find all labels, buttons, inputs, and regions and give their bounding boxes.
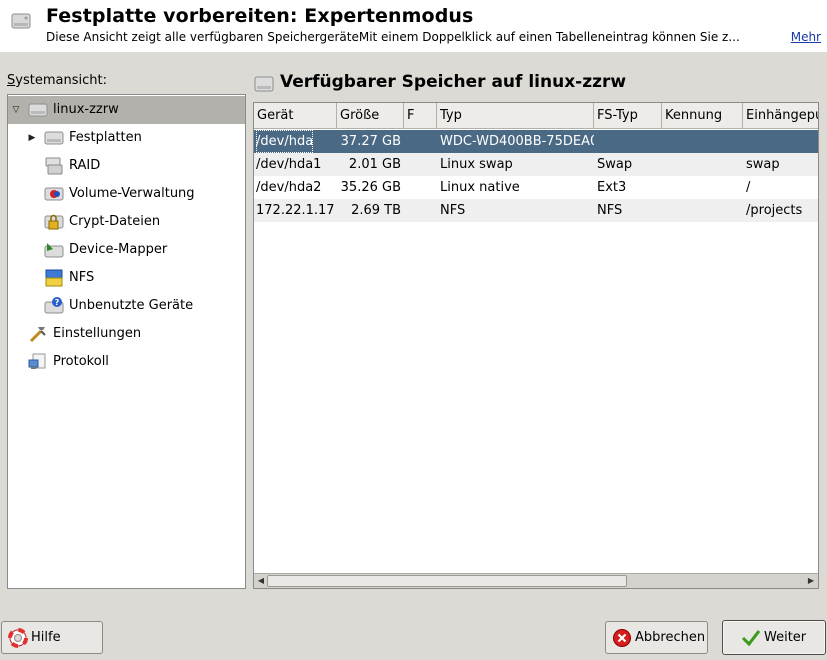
scrollbar-thumb[interactable] (267, 575, 627, 587)
harddisk-icon (28, 103, 48, 117)
cell-mount: swap (746, 157, 780, 172)
system-view-label: Systemansicht: (7, 73, 107, 88)
tree-item-label: NFS (69, 270, 95, 285)
expander-expanded-icon[interactable]: ▽ (11, 105, 21, 115)
nfs-icon (45, 269, 63, 287)
cell-mount: /projects (746, 203, 803, 218)
cell-mount: / (746, 180, 751, 195)
table-row[interactable]: /dev/hda1 2.01 GB Linux swap Swap swap (254, 153, 818, 176)
storage-table[interactable]: Gerät Größe F Typ FS-Typ Kennung Einhäng… (253, 102, 819, 589)
cell-flags (407, 176, 435, 199)
page-title: Festplatte vorbereiten: Expertenmodus (46, 5, 474, 27)
header: Festplatte vorbereiten: Expertenmodus Di… (0, 0, 827, 52)
storage-title: Verfügbarer Speicher auf linux-zzrw (280, 72, 627, 92)
tree-item-label: Protokoll (53, 354, 109, 369)
cell-type: Linux swap (440, 157, 513, 172)
column-header-groesse[interactable]: Größe (337, 103, 404, 129)
tree-item-label: Device-Mapper (69, 242, 168, 257)
checkmark-icon (741, 629, 761, 646)
harddisk-icon (254, 76, 274, 92)
tree-item-einstellungen[interactable]: Einstellungen (8, 320, 245, 348)
cell-type: WDC-WD400BB-75DEA0 (440, 134, 594, 149)
column-header-typ[interactable]: Typ (437, 103, 594, 129)
cell-size: 35.26 GB (340, 180, 401, 195)
tree-item-label: linux-zzrw (53, 102, 119, 117)
next-button[interactable]: Weiter (722, 620, 826, 655)
cell-flags (407, 130, 435, 153)
help-button-label: Hilfe (31, 630, 61, 645)
cell-type: NFS (440, 203, 466, 218)
cell-label (665, 176, 741, 199)
tree-item-festplatten[interactable]: ▶ Festplatten (8, 124, 245, 152)
column-header-kennung[interactable]: Kennung (662, 103, 743, 129)
svg-text:?: ? (55, 298, 60, 307)
column-header-fs-typ[interactable]: FS-Typ (594, 103, 662, 129)
next-button-label: Weiter (764, 630, 807, 645)
cancel-button[interactable]: Abbrechen (605, 621, 708, 654)
system-view-tree[interactable]: ▽ linux-zzrw ▶ Festplatten RAID Volume-V… (7, 94, 246, 589)
cell-device: 172.22.1.17: (256, 203, 336, 218)
column-header-f[interactable]: F (404, 103, 437, 129)
table-row[interactable]: /dev/hda 37.27 GB WDC-WD400BB-75DEA0 (254, 130, 818, 153)
cell-flags (407, 153, 435, 176)
cell-device: /dev/hda2 (256, 180, 322, 195)
cell-device: /dev/hda1 (256, 157, 322, 172)
column-header-geraet[interactable]: Gerät (254, 103, 337, 129)
table-row[interactable]: 172.22.1.17: 2.69 TB NFS NFS /projects (254, 199, 818, 222)
tree-item-label: Festplatten (69, 130, 142, 145)
cancel-icon (613, 628, 631, 647)
tree-item-volume-verwaltung[interactable]: Volume-Verwaltung (8, 180, 245, 208)
volume-icon (44, 187, 64, 201)
tree-item-label: Unbenutzte Geräte (69, 298, 194, 313)
expander-collapsed-icon[interactable]: ▶ (27, 133, 37, 143)
tree-item-label: Volume-Verwaltung (69, 186, 195, 201)
scroll-left-icon[interactable]: ◀ (255, 575, 267, 587)
cell-fs-type: NFS (597, 203, 623, 218)
unused-devices-icon: ? (44, 297, 64, 314)
tree-item-device-mapper[interactable]: Device-Mapper (8, 236, 245, 264)
tree-item-crypt-dateien[interactable]: Crypt-Dateien (8, 208, 245, 236)
tree-item-raid[interactable]: RAID (8, 152, 245, 180)
cell-mount (746, 130, 818, 153)
lifebuoy-icon (8, 627, 28, 648)
tree-item-protokoll[interactable]: Protokoll (8, 348, 245, 376)
lock-icon (44, 214, 64, 230)
table-row[interactable]: /dev/hda2 35.26 GB Linux native Ext3 / (254, 176, 818, 199)
tree-item-label: Einstellungen (53, 326, 142, 341)
cancel-button-label: Abbrechen (635, 630, 706, 645)
scroll-right-icon[interactable]: ▶ (805, 575, 817, 587)
help-button[interactable]: Hilfe (1, 621, 103, 654)
raid-icon (45, 157, 63, 175)
cell-device: /dev/hda (256, 130, 313, 153)
column-header-einhaengepunkt[interactable]: Einhängepu (743, 103, 818, 129)
cell-size: 2.01 GB (348, 157, 401, 172)
table-header: Gerät Größe F Typ FS-Typ Kennung Einhäng… (254, 103, 818, 129)
log-icon (28, 353, 46, 369)
cell-type: Linux native (440, 180, 520, 195)
cell-label (665, 130, 741, 153)
device-mapper-icon (44, 243, 64, 258)
cell-size: 37.27 GB (340, 134, 401, 149)
more-link[interactable]: Mehr (786, 30, 821, 44)
cell-fs-type: Swap (597, 157, 633, 172)
tools-icon (29, 327, 46, 343)
tree-item-linux-zzrw[interactable]: ▽ linux-zzrw (8, 96, 245, 124)
cell-fs-type: Ext3 (597, 180, 627, 195)
harddisk-icon (44, 131, 64, 145)
page-description: Diese Ansicht zeigt alle verfügbaren Spe… (46, 30, 740, 44)
cell-label (665, 153, 741, 176)
tree-item-unbenutzte-geraete[interactable]: ? Unbenutzte Geräte (8, 292, 245, 320)
cell-label (665, 199, 741, 222)
cell-size: 2.69 TB (351, 203, 401, 218)
tree-item-nfs[interactable]: NFS (8, 264, 245, 292)
tree-item-label: RAID (69, 158, 101, 173)
harddisk-icon (11, 13, 31, 29)
horizontal-scrollbar[interactable]: ◀ ▶ (254, 573, 818, 588)
cell-flags (407, 199, 435, 222)
cell-fs-type (597, 130, 661, 153)
tree-item-label: Crypt-Dateien (69, 214, 161, 229)
